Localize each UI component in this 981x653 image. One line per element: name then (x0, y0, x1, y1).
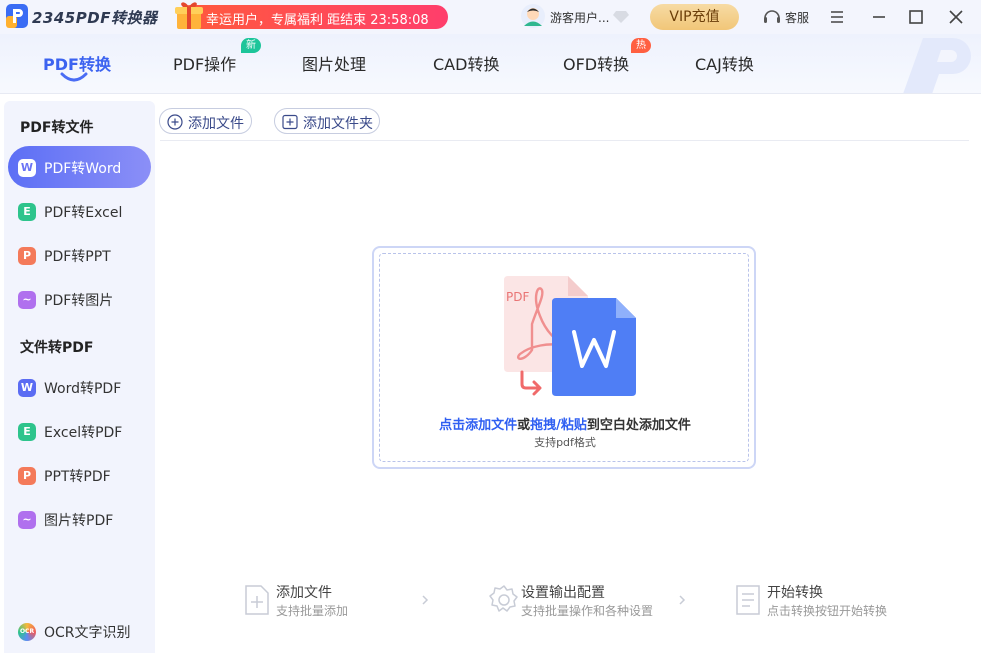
drop-zone-text-end: 到空白处添加文件 (587, 418, 691, 433)
title-bar: 2345PDF转换器 幸运用户，专属福利 距结束 23:58:08 游客用户..… (0, 0, 981, 34)
plus-square-icon (282, 114, 298, 130)
image-icon: ~ (18, 511, 36, 529)
sidebar-item-label: Excel转PDF (44, 422, 122, 442)
hot-badge: 热 (631, 38, 651, 53)
vip-recharge-button[interactable]: VIP充值 (650, 4, 739, 30)
sidebar-item-label: PDF转PPT (44, 246, 111, 266)
close-icon[interactable] (945, 6, 967, 28)
sidebar-item-pdf-to-word[interactable]: W PDF转Word (8, 146, 151, 188)
app-name: 2345PDF转换器 (32, 7, 157, 28)
excel-icon: E (18, 423, 36, 441)
sidebar-item-image-to-pdf[interactable]: ~ 图片转PDF (8, 498, 151, 540)
chevron-right-icon (678, 594, 686, 606)
sidebar-item-pdf-to-image[interactable]: ~ PDF转图片 (8, 278, 151, 320)
sidebar-item-label: PDF转Excel (44, 202, 122, 222)
sidebar-item-label: PPT转PDF (44, 466, 111, 486)
sidebar-item-word-to-pdf[interactable]: W Word转PDF (8, 366, 151, 408)
tab-cad-convert[interactable]: CAD转换 (433, 51, 499, 75)
click-add-file-link[interactable]: 点击添加文件 (439, 418, 517, 433)
add-file-button[interactable]: 添加文件 (159, 108, 252, 134)
chevron-right-icon (421, 594, 429, 606)
ppt-icon: P (18, 247, 36, 265)
minimize-icon[interactable] (868, 6, 890, 28)
headset-icon (762, 7, 782, 27)
tab-active-indicator (60, 72, 88, 82)
tab-pdf-operations[interactable]: PDF操作 (173, 51, 236, 75)
promo-text: 幸运用户，专属福利 距结束 23:58:08 (206, 9, 429, 28)
add-folder-button[interactable]: 添加文件夹 (274, 108, 380, 134)
step-title: 添加文件 (276, 582, 332, 602)
drop-zone-dashed-area[interactable]: PDF 点击添加文件或拖拽/粘贴到空白处添加文件 支持pdf格式 (379, 253, 749, 462)
add-file-label: 添加文件 (188, 113, 244, 133)
sidebar: PDF转文件 W PDF转Word E PDF转Excel P PDF转PPT … (4, 101, 155, 653)
drag-paste-text: 拖拽/粘贴 (530, 418, 587, 433)
drop-zone-instruction: 点击添加文件或拖拽/粘贴到空白处添加文件 (380, 414, 750, 433)
pdf-file-label: PDF (506, 290, 529, 304)
step-subtitle: 支持批量添加 (276, 602, 348, 619)
avatar[interactable] (521, 4, 545, 28)
sidebar-item-label: PDF转Word (44, 158, 121, 178)
excel-icon: E (18, 203, 36, 221)
maximize-icon[interactable] (905, 6, 927, 28)
sidebar-item-ppt-to-pdf[interactable]: P PPT转PDF (8, 454, 151, 496)
file-drop-zone[interactable]: PDF 点击添加文件或拖拽/粘贴到空白处添加文件 支持pdf格式 (372, 246, 756, 469)
step-title: 开始转换 (767, 582, 823, 602)
sidebar-item-pdf-to-excel[interactable]: E PDF转Excel (8, 190, 151, 232)
or-text: 或 (517, 418, 530, 433)
toolbar-divider (160, 140, 969, 141)
sidebar-item-pdf-to-ppt[interactable]: P PDF转PPT (8, 234, 151, 276)
convert-doc-icon (735, 584, 761, 616)
gift-icon (174, 0, 204, 31)
sidebar-item-label: OCR文字识别 (44, 622, 131, 642)
promo-banner[interactable]: 幸运用户，专属福利 距结束 23:58:08 (178, 5, 448, 29)
settings-gear-icon (489, 584, 519, 614)
step-subtitle: 点击转换按钮开始转换 (767, 602, 887, 619)
plus-circle-icon (167, 114, 183, 130)
sidebar-section-file-to-pdf: 文件转PDF (20, 337, 93, 357)
sidebar-item-excel-to-pdf[interactable]: E Excel转PDF (8, 410, 151, 452)
menu-icon[interactable] (826, 6, 848, 28)
image-icon: ~ (18, 291, 36, 309)
sidebar-item-ocr[interactable]: OCR OCR文字识别 (8, 610, 151, 652)
add-file-icon (244, 584, 270, 616)
word-icon: W (18, 379, 36, 397)
ppt-icon: P (18, 467, 36, 485)
watermark-logo-icon (893, 34, 981, 94)
sidebar-item-label: Word转PDF (44, 378, 121, 398)
add-folder-label: 添加文件夹 (303, 113, 373, 133)
app-logo-icon (6, 4, 28, 28)
diamond-icon (613, 11, 629, 23)
main-tab-bar: PDF转换 PDF操作 新 图片处理 CAD转换 OFD转换 热 CAJ转换 (0, 34, 981, 94)
tab-caj-convert[interactable]: CAJ转换 (695, 51, 754, 75)
sidebar-item-label: PDF转图片 (44, 290, 113, 310)
customer-service-label: 客服 (785, 9, 809, 26)
supported-format-text: 支持pdf格式 (380, 434, 750, 450)
word-icon: W (18, 159, 36, 177)
sidebar-section-pdf-to-file: PDF转文件 (20, 117, 93, 137)
tab-ofd-convert[interactable]: OFD转换 (563, 51, 629, 75)
ocr-icon: OCR (18, 623, 36, 641)
user-name[interactable]: 游客用户... (550, 9, 609, 26)
step-title: 设置输出配置 (521, 582, 605, 602)
tab-image-processing[interactable]: 图片处理 (302, 51, 366, 75)
new-badge: 新 (241, 38, 261, 53)
sidebar-item-label: 图片转PDF (44, 510, 113, 530)
step-subtitle: 支持批量操作和各种设置 (521, 602, 653, 619)
